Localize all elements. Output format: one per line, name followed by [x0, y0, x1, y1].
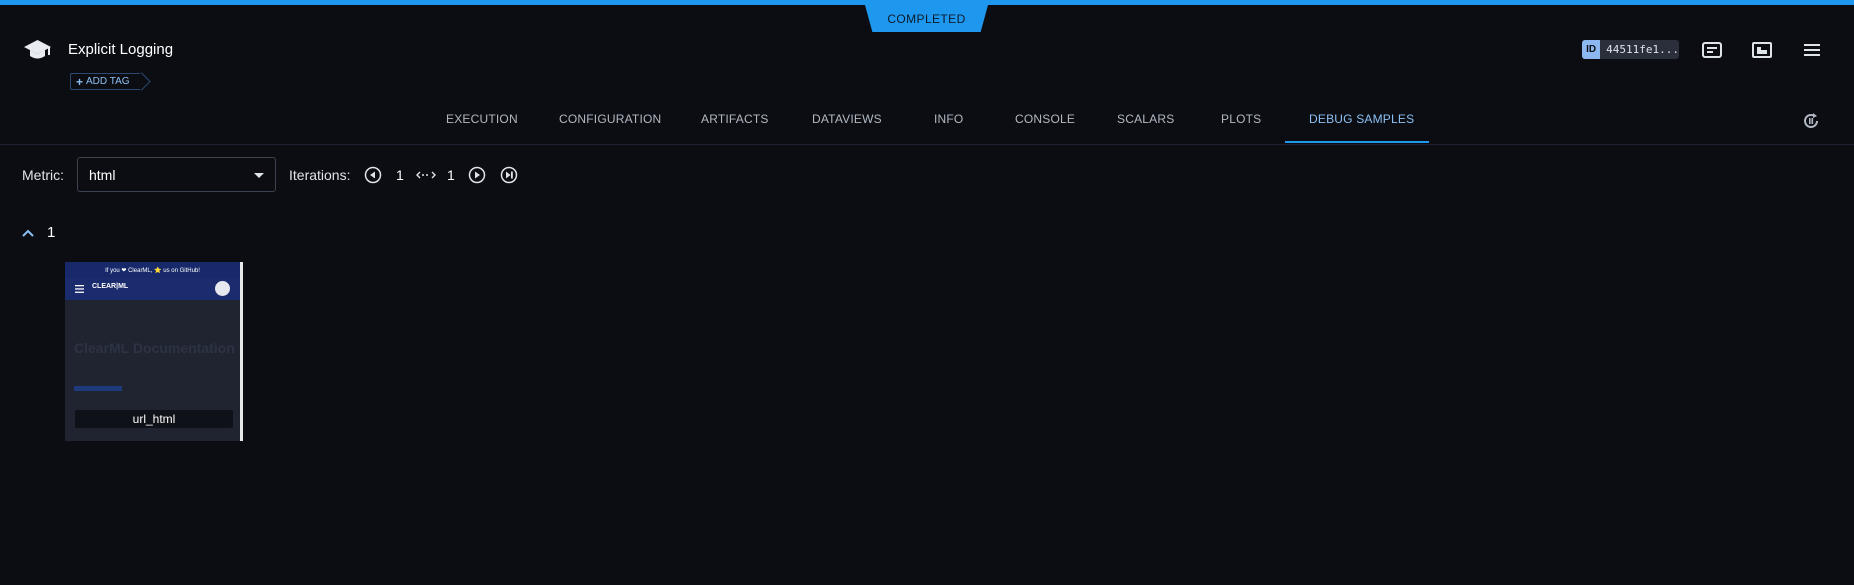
thumbnail-link	[74, 386, 122, 391]
thumbnail-banner: If you ❤ ClearML, ⭐ us on GitHub!	[65, 262, 240, 278]
id-label: ID	[1582, 40, 1601, 59]
status-badge: COMPLETED	[865, 5, 988, 32]
graduation-cap-icon	[24, 40, 51, 59]
top-accent-line	[0, 0, 1854, 5]
hamburger-icon	[75, 285, 84, 293]
add-tag-button[interactable]: + ADD TAG	[70, 73, 140, 90]
iteration-current: 1	[396, 167, 404, 183]
id-value: 44511fe1...	[1606, 43, 1679, 56]
card-scrollbar[interactable]	[240, 262, 243, 441]
thumbnail-heading: ClearML Documentation	[74, 340, 235, 356]
page-title: Explicit Logging	[68, 41, 174, 58]
iteration-group-label: 1	[47, 224, 56, 241]
plus-icon: +	[76, 74, 84, 89]
sample-label: url_html	[75, 410, 233, 428]
debug-sample-card[interactable]: If you ❤ ClearML, ⭐ us on GitHub! CLEAR|…	[65, 262, 243, 441]
chevron-up-icon[interactable]	[21, 228, 35, 238]
active-tab-indicator	[1285, 141, 1429, 143]
menu-icon[interactable]	[1802, 42, 1822, 58]
layout-toggle-icon[interactable]	[1752, 42, 1772, 58]
auto-refresh-icon[interactable]	[1802, 112, 1820, 130]
search-icon	[215, 281, 230, 296]
tab-bar-divider	[0, 144, 1854, 145]
metric-label: Metric:	[22, 167, 64, 183]
clearml-logo: CLEAR|ML	[92, 283, 129, 290]
metric-select-value: html	[89, 167, 116, 183]
chevron-down-icon	[254, 173, 264, 178]
iteration-max: 1	[447, 167, 455, 183]
last-iteration-icon[interactable]	[500, 166, 518, 184]
task-id-box[interactable]: ID 44511fe1...	[1582, 40, 1679, 59]
metric-select[interactable]: html	[77, 157, 276, 192]
add-tag-label: ADD TAG	[86, 76, 130, 87]
iterations-label: Iterations:	[289, 167, 351, 183]
details-panel-icon[interactable]	[1702, 42, 1722, 58]
previous-iteration-icon[interactable]	[364, 166, 382, 184]
thumbnail-navbar: CLEAR|ML	[65, 278, 240, 300]
next-iteration-icon[interactable]	[468, 166, 486, 184]
iteration-range-icon	[416, 171, 436, 179]
